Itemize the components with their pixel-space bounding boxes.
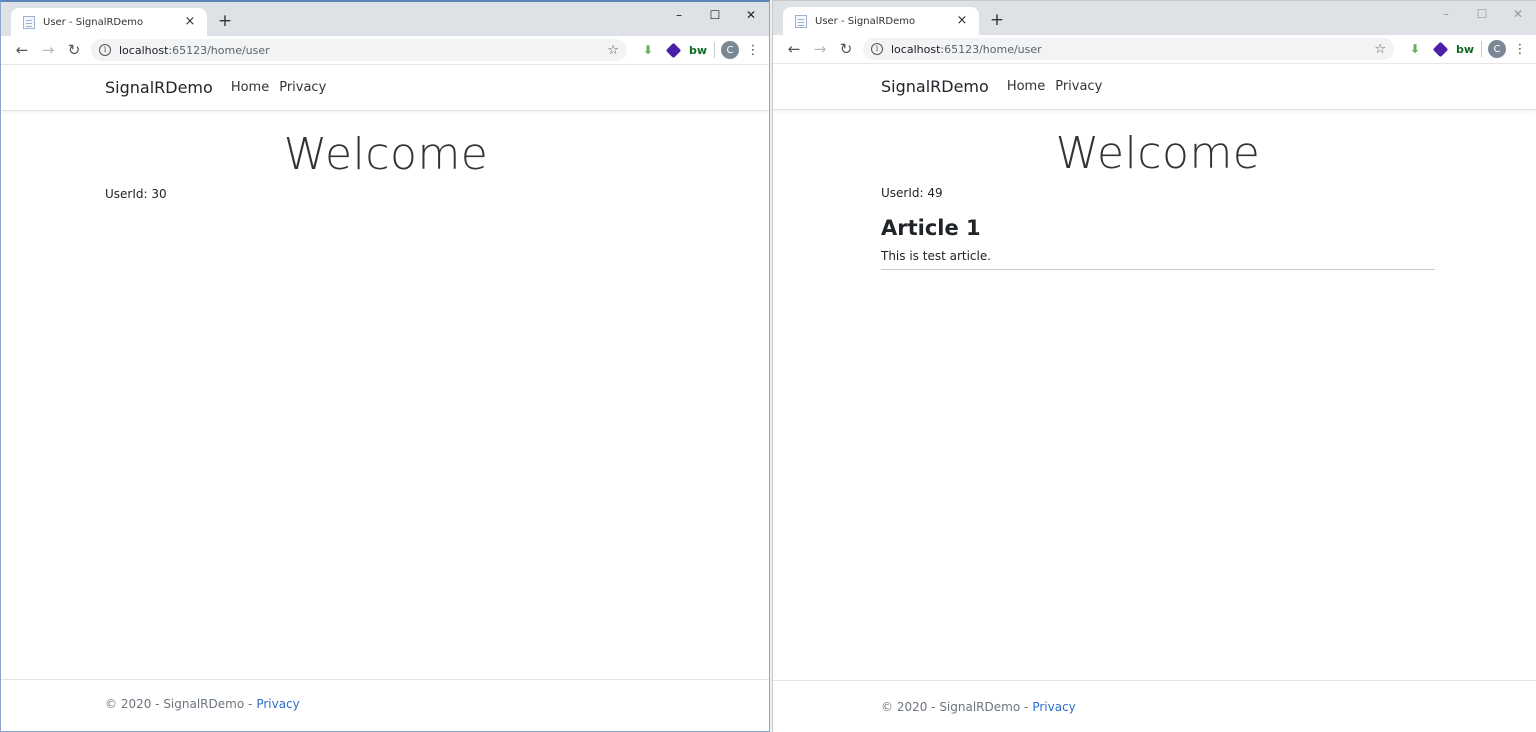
address-bar[interactable]: i localhost:65123/home/user ☆ xyxy=(863,38,1394,60)
forward-icon[interactable]: → xyxy=(35,40,61,60)
new-tab-icon[interactable]: + xyxy=(987,10,1007,30)
footer-privacy-link[interactable]: Privacy xyxy=(1032,700,1075,714)
window-close-icon[interactable]: ✕ xyxy=(733,2,769,28)
menu-icon[interactable]: ⋮ xyxy=(1512,42,1528,57)
title-bar: User - SignalRDemo × + – ☐ ✕ xyxy=(1,2,769,36)
page-icon xyxy=(23,15,35,29)
site-footer: © 2020 - SignalRDemo - Privacy xyxy=(773,680,1536,732)
maximize-icon[interactable]: ☐ xyxy=(697,2,733,28)
cube-extension-icon[interactable] xyxy=(663,40,683,60)
nav-privacy-link[interactable]: Privacy xyxy=(1055,79,1102,94)
forward-icon[interactable]: → xyxy=(807,39,833,59)
reload-icon[interactable]: ↻ xyxy=(833,39,859,59)
profile-avatar[interactable]: C xyxy=(721,41,739,59)
cube-icon xyxy=(1432,41,1448,57)
cube-icon xyxy=(665,42,681,58)
nav-home-link[interactable]: Home xyxy=(231,80,269,95)
browser-toolbar: ← → ↻ i localhost:65123/home/user ☆ ⬇ bw… xyxy=(1,36,769,65)
close-tab-icon[interactable]: × xyxy=(183,15,197,29)
bw-extension-icon[interactable]: bw xyxy=(1455,39,1475,59)
profile-avatar[interactable]: C xyxy=(1488,40,1506,58)
bookmark-star-icon[interactable]: ☆ xyxy=(607,43,619,58)
tab-title: User - SignalRDemo xyxy=(815,15,916,27)
info-icon[interactable]: i xyxy=(871,43,883,55)
tab-user-signalrdemo[interactable]: User - SignalRDemo × xyxy=(783,7,979,35)
browser-window-right: User - SignalRDemo × + – ☐ ✕ ← → ↻ i loc… xyxy=(772,0,1536,732)
footer-copyright: © 2020 - SignalRDemo - xyxy=(105,697,253,711)
cube-extension-icon[interactable] xyxy=(1430,39,1450,59)
minimize-icon[interactable]: – xyxy=(1428,1,1464,27)
user-id-text: UserId: 30 xyxy=(105,187,167,201)
minimize-icon[interactable]: – xyxy=(661,2,697,28)
site-navbar: SignalRDemo Home Privacy xyxy=(1,65,769,111)
url-text: localhost:65123/home/user xyxy=(891,43,1374,56)
reload-icon[interactable]: ↻ xyxy=(61,40,87,60)
back-icon[interactable]: ← xyxy=(9,40,35,60)
browser-toolbar: ← → ↻ i localhost:65123/home/user ☆ ⬇ bw… xyxy=(773,35,1536,64)
bw-extension-icon[interactable]: bw xyxy=(688,40,708,60)
inbox-extension-icon[interactable]: ⬇ xyxy=(638,40,658,60)
url-host: localhost xyxy=(891,42,941,56)
nav-privacy-link[interactable]: Privacy xyxy=(279,80,326,95)
window-controls: – ☐ ✕ xyxy=(661,2,769,28)
url-path: :65123/home/user xyxy=(168,43,270,57)
inbox-extension-icon[interactable]: ⬇ xyxy=(1405,39,1425,59)
toolbar-divider xyxy=(714,42,715,58)
menu-icon[interactable]: ⋮ xyxy=(745,43,761,58)
nav-home-link[interactable]: Home xyxy=(1007,79,1045,94)
page-content: SignalRDemo Home Privacy Welcome UserId:… xyxy=(1,65,769,731)
bookmark-star-icon[interactable]: ☆ xyxy=(1374,42,1386,57)
url-path: :65123/home/user xyxy=(940,42,1042,56)
window-close-icon[interactable]: ✕ xyxy=(1500,1,1536,27)
page-title: Welcome xyxy=(283,129,489,180)
site-footer: © 2020 - SignalRDemo - Privacy xyxy=(1,679,769,728)
url-text: localhost:65123/home/user xyxy=(119,44,607,57)
tab-user-signalrdemo[interactable]: User - SignalRDemo × xyxy=(11,8,207,36)
toolbar-divider xyxy=(1481,41,1482,57)
new-tab-icon[interactable]: + xyxy=(215,11,235,31)
address-bar[interactable]: i localhost:65123/home/user ☆ xyxy=(91,39,627,61)
page-content: SignalRDemo Home Privacy Welcome UserId:… xyxy=(773,64,1536,732)
page-icon xyxy=(795,14,807,28)
brand-link[interactable]: SignalRDemo xyxy=(105,78,213,97)
title-bar: User - SignalRDemo × + – ☐ ✕ xyxy=(773,1,1536,35)
brand-link[interactable]: SignalRDemo xyxy=(881,77,989,96)
maximize-icon[interactable]: ☐ xyxy=(1464,1,1500,27)
close-tab-icon[interactable]: × xyxy=(955,14,969,28)
tab-title: User - SignalRDemo xyxy=(43,16,144,28)
url-host: localhost xyxy=(119,43,169,57)
back-icon[interactable]: ← xyxy=(781,39,807,59)
footer-copyright: © 2020 - SignalRDemo - xyxy=(881,699,1029,714)
browser-window-left: User - SignalRDemo × + – ☐ ✕ ← → ↻ i loc… xyxy=(0,0,770,732)
site-navbar: SignalRDemo Home Privacy xyxy=(773,64,1536,110)
info-icon[interactable]: i xyxy=(99,44,111,56)
footer-privacy-link[interactable]: Privacy xyxy=(256,697,299,711)
article-title: Article 1 xyxy=(881,216,981,240)
article-body: This is test article. xyxy=(881,249,992,263)
article-divider xyxy=(881,269,1435,270)
user-id-text: UserId: 49 xyxy=(881,186,943,200)
page-title: Welcome xyxy=(1055,128,1261,179)
window-controls: – ☐ ✕ xyxy=(1428,1,1536,27)
